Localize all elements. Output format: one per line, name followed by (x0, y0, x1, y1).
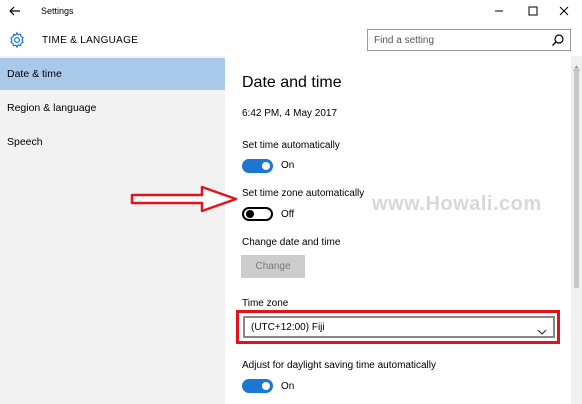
sidebar-item-label: Region & language (7, 102, 97, 114)
watermark: www.Howali.com (372, 193, 542, 215)
maximize-button[interactable] (518, 2, 548, 20)
change-button[interactable]: Change (241, 255, 305, 278)
time-zone-dropdown[interactable]: (UTC+12:00) Fiji (243, 316, 555, 338)
time-zone-label: Time zone (242, 298, 289, 309)
search-icon[interactable] (551, 33, 565, 47)
scrollbar-thumb[interactable] (574, 68, 579, 288)
scroll-up-icon[interactable] (573, 58, 580, 71)
daylight-saving-toggle[interactable] (242, 379, 273, 393)
settings-header: TIME & LANGUAGE (0, 22, 582, 56)
sidebar-item-speech[interactable]: Speech (0, 126, 225, 158)
set-time-auto-state: On (281, 160, 295, 171)
set-time-auto-label: Set time automatically (242, 140, 340, 151)
close-button[interactable] (549, 2, 579, 20)
daylight-saving-state: On (281, 381, 295, 392)
sidebar-item-region-language[interactable]: Region & language (0, 92, 225, 124)
page-title: Date and time (242, 74, 342, 91)
daylight-saving-label: Adjust for daylight saving time automati… (242, 360, 436, 371)
search-box[interactable] (367, 29, 571, 51)
sidebar-item-date-time[interactable]: Date & time (0, 58, 225, 90)
time-zone-value: (UTC+12:00) Fiji (251, 322, 325, 333)
title-bar: Settings (0, 0, 582, 22)
current-datetime: 6:42 PM, 4 May 2017 (242, 108, 338, 119)
sidebar-item-label: Date & time (7, 68, 62, 80)
toggle-knob (262, 382, 270, 390)
toggle-knob (262, 162, 270, 170)
set-time-auto-toggle[interactable] (242, 159, 273, 173)
section-title: TIME & LANGUAGE (42, 35, 139, 46)
chevron-down-icon (537, 323, 547, 335)
search-input[interactable] (374, 33, 544, 47)
sidebar-item-label: Speech (7, 136, 43, 148)
annotation-arrow-icon (130, 184, 240, 214)
vertical-scrollbar[interactable] (571, 56, 582, 404)
set-timezone-auto-label: Set time zone automatically (242, 188, 365, 199)
minimize-button[interactable] (484, 2, 514, 20)
sidebar: Date & time Region & language Speech (0, 56, 225, 404)
back-arrow-icon[interactable] (6, 2, 24, 20)
set-timezone-auto-state: Off (281, 209, 295, 220)
set-timezone-auto-toggle[interactable] (242, 207, 273, 221)
toggle-knob (246, 210, 254, 218)
change-datetime-label: Change date and time (242, 237, 341, 248)
gear-icon (8, 31, 26, 49)
window-title: Settings (41, 6, 74, 16)
